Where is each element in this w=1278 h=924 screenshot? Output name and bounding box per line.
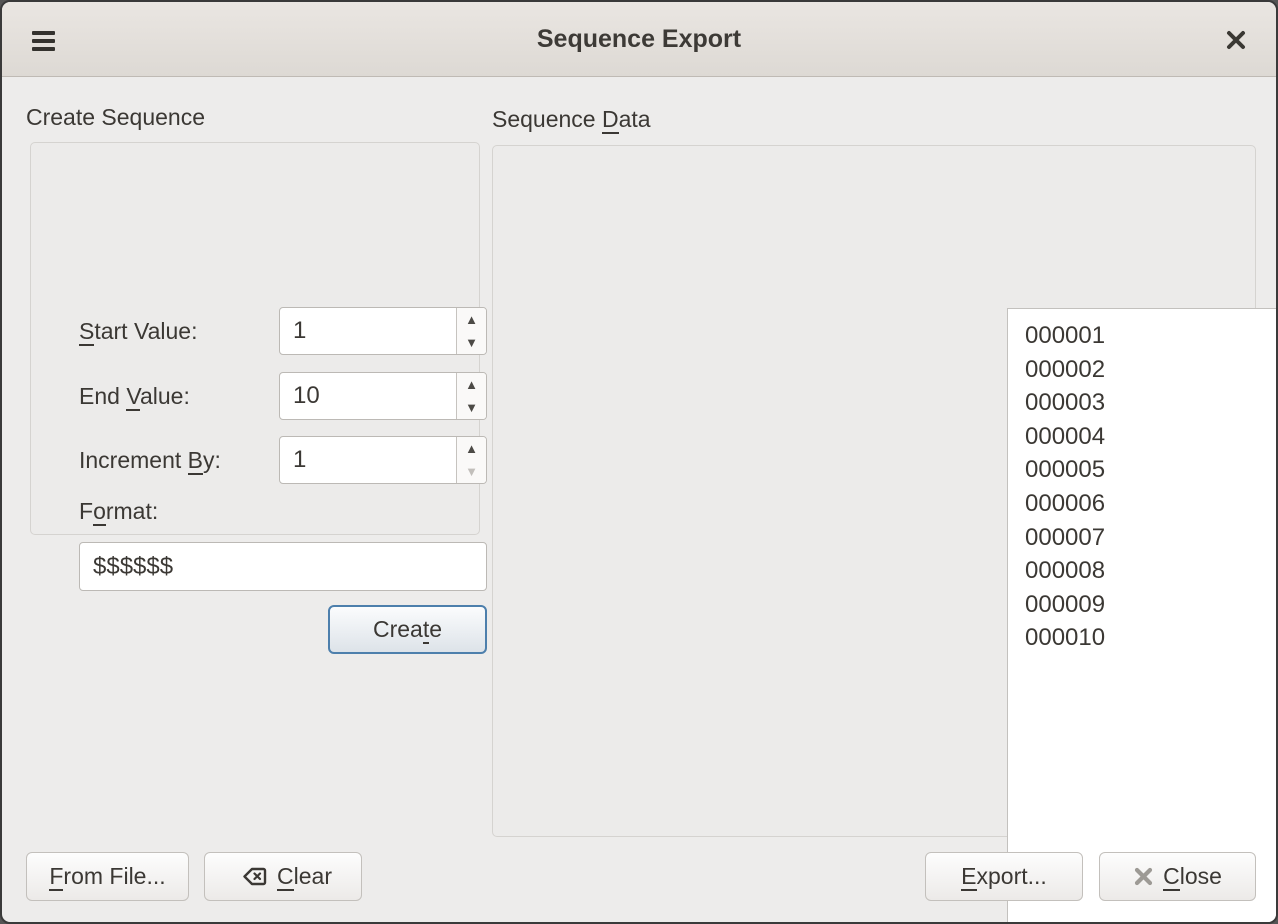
from-file-button[interactable]: From File...	[26, 852, 189, 901]
increment-by-spin-buttons: ▲ ▼	[456, 437, 486, 483]
end-value-label: End Value:	[79, 372, 190, 420]
sequence-item[interactable]: 000008	[1025, 554, 1278, 588]
end-value-spinbox: ▲ ▼	[279, 372, 487, 420]
window-menu-button[interactable]	[28, 26, 58, 56]
close-x-icon	[1133, 866, 1154, 887]
clear-button-label: Clear	[277, 863, 332, 890]
export-button[interactable]: Export...	[925, 852, 1083, 901]
end-value-input[interactable]	[280, 373, 456, 419]
start-value-spin-down-icon[interactable]: ▼	[457, 331, 486, 354]
from-file-button-label: From File...	[49, 863, 165, 890]
clear-button[interactable]: Clear	[204, 852, 362, 901]
format-label: Format:	[79, 498, 158, 525]
increment-by-spin-up-icon[interactable]: ▲	[457, 437, 486, 460]
sequence-item[interactable]: 000002	[1025, 353, 1278, 387]
end-value-spin-buttons: ▲ ▼	[456, 373, 486, 419]
titlebar: Sequence Export	[2, 2, 1276, 77]
close-button[interactable]: Close	[1099, 852, 1256, 901]
close-button-label: Close	[1163, 863, 1222, 890]
window-close-icon	[1225, 29, 1247, 51]
start-value-spin-up-icon[interactable]: ▲	[457, 308, 486, 331]
create-button[interactable]: Create	[328, 605, 487, 654]
increment-by-input[interactable]	[280, 437, 456, 483]
increment-by-spinbox: ▲ ▼	[279, 436, 487, 484]
create-button-label: Create	[373, 616, 442, 643]
format-input[interactable]	[79, 542, 487, 591]
sequence-item[interactable]: 000001	[1025, 319, 1278, 353]
end-value-spin-down-icon[interactable]: ▼	[457, 396, 486, 419]
sequence-list[interactable]: 0000010000020000030000040000050000060000…	[1007, 308, 1278, 924]
backspace-icon	[234, 864, 268, 889]
sequence-item[interactable]: 000003	[1025, 386, 1278, 420]
window-close-button[interactable]	[1220, 24, 1252, 56]
increment-by-spin-down-icon: ▼	[457, 460, 486, 483]
end-value-spin-up-icon[interactable]: ▲	[457, 373, 486, 396]
sequence-item[interactable]: 000010	[1025, 621, 1278, 655]
sequence-data-heading: Sequence Data	[492, 106, 651, 133]
create-sequence-group: Start Value: ▲ ▼ End Value: ▲ ▼ Incremen…	[30, 142, 480, 535]
sequence-export-dialog: Sequence Export Create Sequence Start Va…	[0, 0, 1278, 924]
start-value-spinbox: ▲ ▼	[279, 307, 487, 355]
sequence-item[interactable]: 000009	[1025, 588, 1278, 622]
create-sequence-heading: Create Sequence	[26, 104, 205, 131]
increment-by-label: Increment By:	[79, 436, 221, 484]
window-title: Sequence Export	[2, 25, 1276, 54]
sequence-item[interactable]: 000006	[1025, 487, 1278, 521]
start-value-label: Start Value:	[79, 307, 197, 355]
sequence-item[interactable]: 000005	[1025, 453, 1278, 487]
sequence-item[interactable]: 000004	[1025, 420, 1278, 454]
sequence-item[interactable]: 000007	[1025, 521, 1278, 555]
sequence-data-group: 0000010000020000030000040000050000060000…	[492, 145, 1256, 837]
export-button-label: Export...	[961, 863, 1047, 890]
start-value-input[interactable]	[280, 308, 456, 354]
hamburger-icon	[28, 31, 58, 51]
start-value-spin-buttons: ▲ ▼	[456, 308, 486, 354]
